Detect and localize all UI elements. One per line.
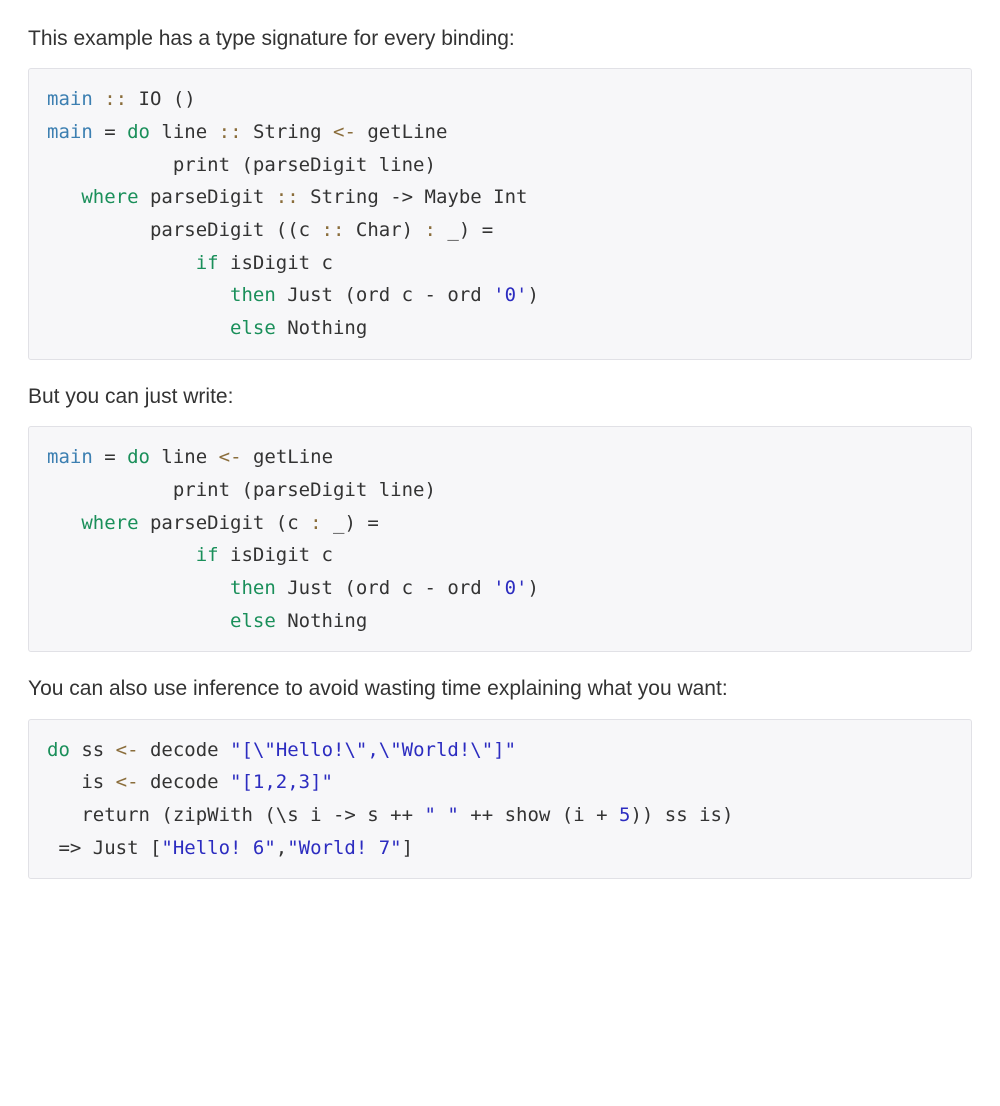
code-block-2: main = do line <- getLine print (parseDi… bbox=[28, 426, 972, 652]
code-token bbox=[47, 252, 196, 274]
code-token: do bbox=[127, 121, 150, 143]
code-token: where bbox=[47, 512, 139, 534]
code-token: String -> Maybe Int bbox=[310, 186, 527, 208]
code-token: main bbox=[47, 121, 93, 143]
code-token: '0' bbox=[493, 577, 527, 599]
code-token: Nothing bbox=[276, 317, 368, 339]
code-token: "[1,2,3]" bbox=[230, 771, 333, 793]
code-block-3: do ss <- decode "[\"Hello!\",\"World!\"]… bbox=[28, 719, 972, 880]
paragraph-intro-1: This example has a type signature for ev… bbox=[28, 24, 972, 54]
code-token: parseDigit ((c bbox=[47, 219, 322, 241]
code-token: ] bbox=[402, 837, 413, 859]
code-token: line bbox=[150, 446, 219, 468]
code-token: do bbox=[47, 739, 70, 761]
code-token: :: bbox=[322, 219, 356, 241]
code-token: Nothing bbox=[276, 610, 368, 632]
code-token: ) bbox=[527, 284, 538, 306]
code-token: String bbox=[253, 121, 333, 143]
code-token: : bbox=[425, 219, 436, 241]
code-token: ss bbox=[70, 739, 116, 761]
paragraph-intro-3: You can also use inference to avoid wast… bbox=[28, 674, 972, 704]
code-token: <- bbox=[333, 121, 356, 143]
code-token: Just (ord c - ord bbox=[276, 284, 493, 306]
code-token bbox=[47, 284, 230, 306]
code-token: getLine bbox=[356, 121, 448, 143]
code-token: parseDigit bbox=[139, 186, 276, 208]
code-token: :: bbox=[93, 88, 139, 110]
code-token: decode bbox=[139, 771, 231, 793]
code-token: :: bbox=[219, 121, 253, 143]
code-token: is bbox=[47, 771, 116, 793]
code-token: IO () bbox=[139, 88, 196, 110]
code-token: )) ss is) bbox=[630, 804, 733, 826]
code-token: "World! 7" bbox=[287, 837, 401, 859]
code-token: isDigit c bbox=[219, 544, 333, 566]
code-token: <- bbox=[116, 771, 139, 793]
code-token: <- bbox=[219, 446, 242, 468]
code-token bbox=[47, 544, 196, 566]
code-token: = bbox=[93, 121, 127, 143]
code-token bbox=[47, 610, 230, 632]
code-token: line bbox=[150, 121, 219, 143]
code-token bbox=[47, 577, 230, 599]
paragraph-intro-2: But you can just write: bbox=[28, 382, 972, 412]
code-token: where bbox=[47, 186, 139, 208]
code-token: <- bbox=[116, 739, 139, 761]
code-token: else bbox=[230, 317, 276, 339]
code-token: " " bbox=[425, 804, 459, 826]
code-token: , bbox=[276, 837, 287, 859]
code-token: '0' bbox=[493, 284, 527, 306]
code-token: "Hello! 6" bbox=[161, 837, 275, 859]
code-token: Just (ord c - ord bbox=[276, 577, 493, 599]
code-token: getLine bbox=[242, 446, 334, 468]
code-token: isDigit c bbox=[219, 252, 333, 274]
code-token: :: bbox=[276, 186, 310, 208]
code-token: ++ show (i + bbox=[459, 804, 619, 826]
code-block-1: main :: IO () main = do line :: String <… bbox=[28, 68, 972, 359]
code-token: decode bbox=[139, 739, 231, 761]
code-token: main bbox=[47, 88, 93, 110]
code-token: return (zipWith (\s i -> s ++ bbox=[47, 804, 425, 826]
code-token: : bbox=[310, 512, 321, 534]
code-token: if bbox=[196, 252, 219, 274]
code-token: if bbox=[196, 544, 219, 566]
code-token: do bbox=[127, 446, 150, 468]
code-token: print (parseDigit line) bbox=[47, 479, 436, 501]
code-token: 5 bbox=[619, 804, 630, 826]
code-token: else bbox=[230, 610, 276, 632]
code-token: main bbox=[47, 446, 93, 468]
code-token: ) bbox=[527, 577, 538, 599]
code-token: parseDigit (c bbox=[139, 512, 311, 534]
code-token bbox=[47, 317, 230, 339]
code-token: => Just [ bbox=[47, 837, 161, 859]
code-token: _) = bbox=[322, 512, 379, 534]
code-token: "[\"Hello!\",\"World!\"]" bbox=[230, 739, 516, 761]
code-token: then bbox=[230, 577, 276, 599]
code-token: then bbox=[230, 284, 276, 306]
code-token: print (parseDigit line) bbox=[47, 154, 436, 176]
code-token: Char) bbox=[356, 219, 425, 241]
code-token: _) = bbox=[436, 219, 493, 241]
code-token: = bbox=[93, 446, 127, 468]
